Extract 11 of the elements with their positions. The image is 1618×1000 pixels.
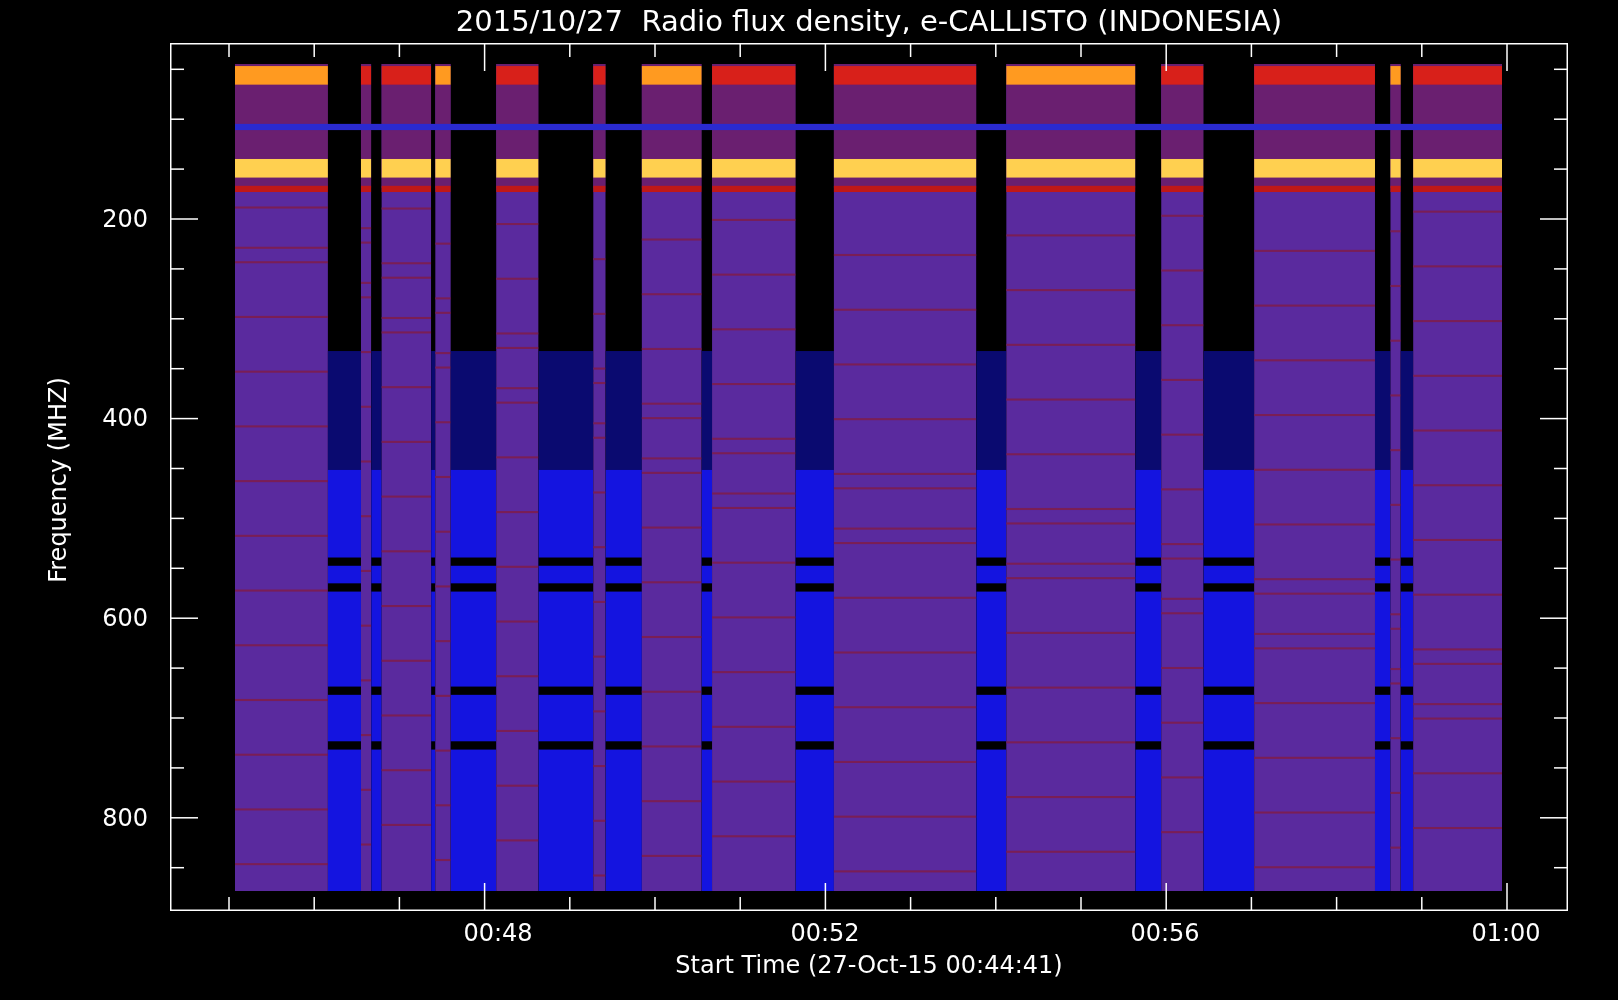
x-axis-label: Start Time (27-Oct-15 00:44:41) [675, 953, 1063, 977]
chart-title: 2015/10/27 Radio flux density, e-CALLISTO (INDONESIA) [455, 7, 1283, 36]
x-tick-label: 01:00 [1471, 921, 1541, 945]
x-tick-label: 00:48 [463, 921, 533, 945]
y-axis-label: Frequency (MHZ) [46, 377, 70, 583]
y-tick-label: 600 [102, 606, 148, 630]
y-tick-label: 400 [102, 406, 148, 430]
x-tick-label: 00:56 [1130, 921, 1200, 945]
y-tick-label: 200 [102, 207, 148, 231]
x-tick-label: 00:52 [790, 921, 860, 945]
y-tick-label: 800 [102, 806, 148, 830]
